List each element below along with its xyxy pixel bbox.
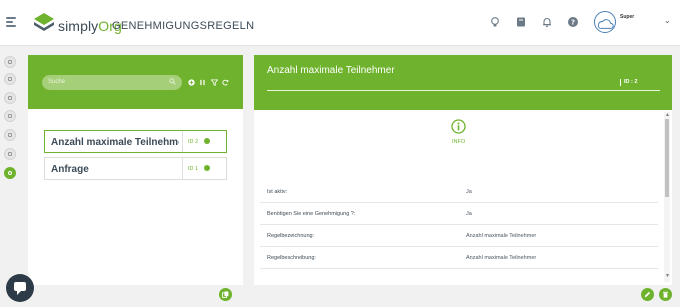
search-placeholder: Suche bbox=[48, 79, 66, 85]
menu-icon[interactable] bbox=[6, 17, 16, 27]
filter-icon[interactable] bbox=[211, 79, 218, 86]
detail-id: ID : 2 bbox=[624, 79, 638, 85]
refresh-icon[interactable] bbox=[222, 79, 229, 86]
copy-button[interactable] bbox=[219, 288, 232, 301]
status-dot-icon bbox=[204, 165, 210, 171]
chat-widget-button[interactable] bbox=[6, 274, 34, 302]
property-row: Benötigen Sie eine Genehmigung ?: Ja bbox=[260, 203, 658, 225]
sort-icon[interactable] bbox=[199, 79, 206, 86]
building-icon[interactable] bbox=[4, 92, 16, 104]
property-row: Regelbeschreibung: Anzahl maximale Teiln… bbox=[260, 247, 658, 269]
svg-text:?: ? bbox=[571, 19, 575, 27]
property-label: Regelbeschreibung: bbox=[267, 255, 316, 261]
lightbulb-icon[interactable] bbox=[489, 16, 501, 28]
rule-detail-panel: Anzahl maximale Teilnehmer ID : 2 INFO I… bbox=[254, 55, 672, 285]
property-value: Ja bbox=[466, 211, 472, 217]
rule-item[interactable]: Anfrage ID 1 bbox=[44, 157, 227, 180]
status-dot-icon bbox=[204, 138, 210, 144]
property-row: Regelbezeichnung: Anzahl maximale Teilne… bbox=[260, 225, 658, 247]
eye-icon[interactable] bbox=[4, 129, 16, 141]
search-input[interactable]: Suche bbox=[42, 75, 182, 90]
scrollbar-thumb[interactable] bbox=[665, 119, 669, 197]
edit-button[interactable] bbox=[641, 288, 654, 301]
simplyorg-logo-icon bbox=[34, 13, 54, 31]
delete-button[interactable] bbox=[659, 288, 672, 301]
calendar-icon[interactable] bbox=[4, 110, 16, 122]
info-label: INFO bbox=[452, 139, 466, 145]
property-value: Anzahl maximale Teilnehmer bbox=[466, 233, 537, 239]
property-row: Ist aktiv: Ja bbox=[260, 181, 658, 203]
home-icon[interactable] bbox=[4, 56, 16, 68]
page-title: GENEHMIGUNGSREGELN bbox=[112, 20, 255, 32]
divider bbox=[182, 158, 183, 179]
property-value: Anzahl maximale Teilnehmer bbox=[466, 255, 537, 261]
info-icon[interactable] bbox=[451, 119, 466, 134]
detail-header: Anzahl maximale Teilnehmer ID : 2 bbox=[254, 55, 672, 110]
pencil-icon bbox=[644, 291, 651, 298]
book-icon[interactable] bbox=[515, 16, 527, 28]
property-label: Ist aktiv: bbox=[267, 189, 288, 195]
sidebar bbox=[0, 46, 20, 307]
divider bbox=[620, 79, 621, 86]
help-icon[interactable]: ? bbox=[567, 16, 579, 28]
document-icon[interactable] bbox=[4, 148, 16, 160]
rules-list-panel: Suche Anzahl maximale Teilnehmer ID 2 An… bbox=[28, 55, 243, 285]
chat-bubble-icon bbox=[14, 282, 26, 295]
trash-icon bbox=[663, 291, 668, 298]
rule-id: ID 1 bbox=[188, 166, 199, 172]
property-value: Ja bbox=[466, 189, 472, 195]
search-icon bbox=[169, 78, 176, 85]
top-bar: simplyOrg GENEHMIGUNGSREGELN ? Super ⌄ bbox=[0, 0, 680, 46]
user-name[interactable]: Super bbox=[620, 14, 634, 20]
list-header: Suche bbox=[28, 55, 243, 109]
rule-item[interactable]: Anzahl maximale Teilnehmer ID 2 bbox=[44, 130, 227, 153]
bell-icon[interactable] bbox=[541, 16, 553, 28]
divider bbox=[182, 131, 183, 152]
property-label: Regelbezeichnung: bbox=[267, 233, 315, 239]
user-avatar[interactable] bbox=[594, 11, 616, 33]
property-label: Benötigen Sie eine Genehmigung ?: bbox=[267, 211, 356, 217]
chat-icon[interactable] bbox=[4, 73, 16, 85]
divider bbox=[267, 90, 660, 91]
scroll-down-icon[interactable]: ▼ bbox=[665, 273, 670, 279]
chevron-down-icon[interactable]: ⌄ bbox=[664, 16, 671, 25]
rule-label: Anfrage bbox=[51, 164, 89, 175]
rules-icon[interactable] bbox=[4, 167, 16, 179]
rule-label: Anzahl maximale Teilnehmer bbox=[51, 137, 179, 148]
detail-title: Anzahl maximale Teilnehmer bbox=[267, 65, 395, 76]
rule-id: ID 2 bbox=[188, 139, 199, 145]
scroll-up-icon[interactable]: ▲ bbox=[665, 112, 670, 118]
copy-icon bbox=[222, 291, 229, 298]
add-icon[interactable] bbox=[188, 79, 195, 86]
